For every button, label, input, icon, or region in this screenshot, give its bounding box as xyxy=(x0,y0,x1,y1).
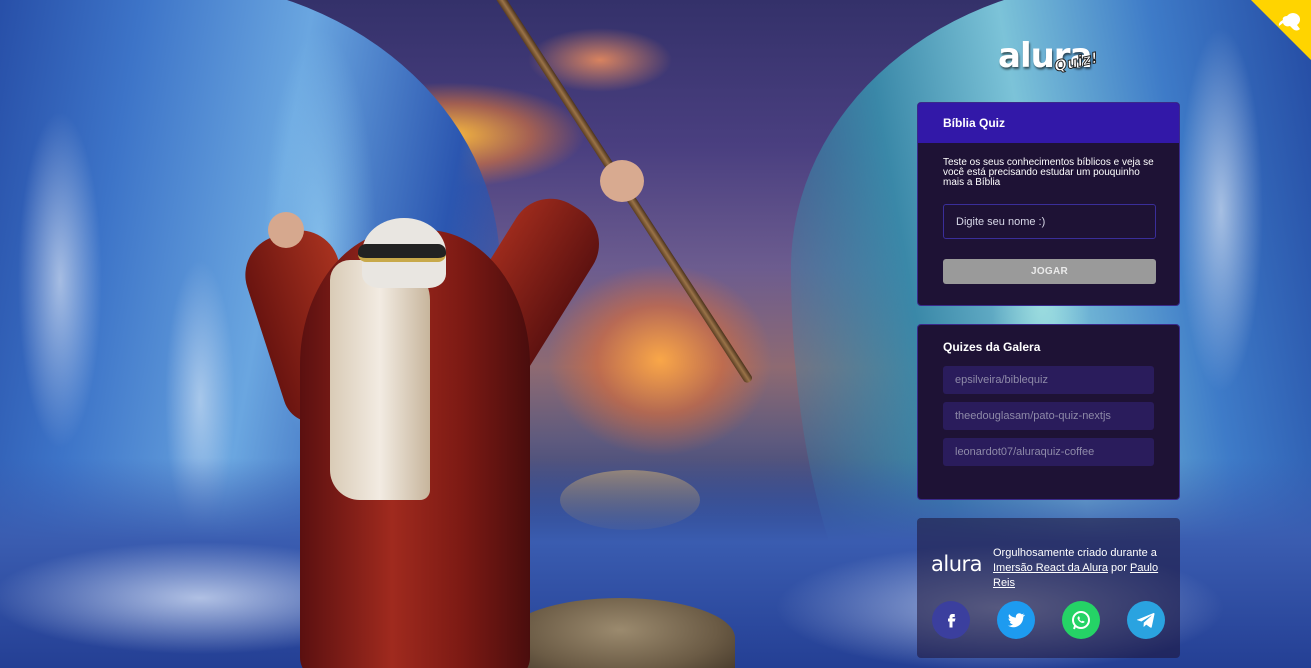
quiz-description: Teste os seus conhecimentos bíblicos e v… xyxy=(943,157,1154,188)
facebook-share-button[interactable] xyxy=(932,601,970,639)
twitter-icon xyxy=(1007,613,1026,628)
whatsapp-share-button[interactable] xyxy=(1062,601,1100,639)
github-octocat-icon xyxy=(1251,0,1311,60)
cracked-ground xyxy=(505,598,735,668)
alura-quiz-logo: alura Quiz! xyxy=(998,36,1100,78)
telegram-share-button[interactable] xyxy=(1127,601,1165,639)
telegram-icon xyxy=(1136,613,1155,628)
footer-text-prefix: Orgulhosamente criado durante a xyxy=(993,547,1157,559)
quiz-link[interactable]: leonardot07/aluraquiz-coffee xyxy=(943,438,1154,466)
play-button[interactable]: JOGAR xyxy=(943,259,1156,284)
footer-credits: Orgulhosamente criado durante a Imersão … xyxy=(993,546,1173,591)
footer-alura-logo: alura xyxy=(931,552,983,576)
imersao-react-link[interactable]: Imersão React da Alura xyxy=(993,562,1108,574)
quiz-widget-body: Teste os seus conhecimentos bíblicos e v… xyxy=(918,143,1179,284)
quiz-link[interactable]: theedouglasam/pato-quiz-nextjs xyxy=(943,402,1154,430)
left-hand xyxy=(268,212,304,248)
quiz-widget-header: Bíblia Quiz xyxy=(918,103,1179,143)
right-hand xyxy=(600,160,644,202)
quiz-title: Bíblia Quiz xyxy=(943,116,1006,130)
community-quizzes-title: Quizes da Galera xyxy=(943,340,1041,354)
facebook-icon xyxy=(948,614,956,628)
head-band xyxy=(358,244,446,262)
whatsapp-icon xyxy=(1072,611,1090,630)
github-corner-link[interactable] xyxy=(1251,0,1311,60)
name-input[interactable] xyxy=(943,204,1156,239)
community-quizzes-widget: Quizes da Galera epsilveira/biblequiz th… xyxy=(917,324,1180,500)
quiz-widget: Bíblia Quiz Teste os seus conhecimentos … xyxy=(917,102,1180,306)
twitter-share-button[interactable] xyxy=(997,601,1035,639)
quiz-link[interactable]: epsilveira/biblequiz xyxy=(943,366,1154,394)
footer-text-middle: por xyxy=(1111,562,1127,574)
head-veil xyxy=(330,260,430,500)
footer: alura Orgulhosamente criado durante a Im… xyxy=(917,518,1180,658)
